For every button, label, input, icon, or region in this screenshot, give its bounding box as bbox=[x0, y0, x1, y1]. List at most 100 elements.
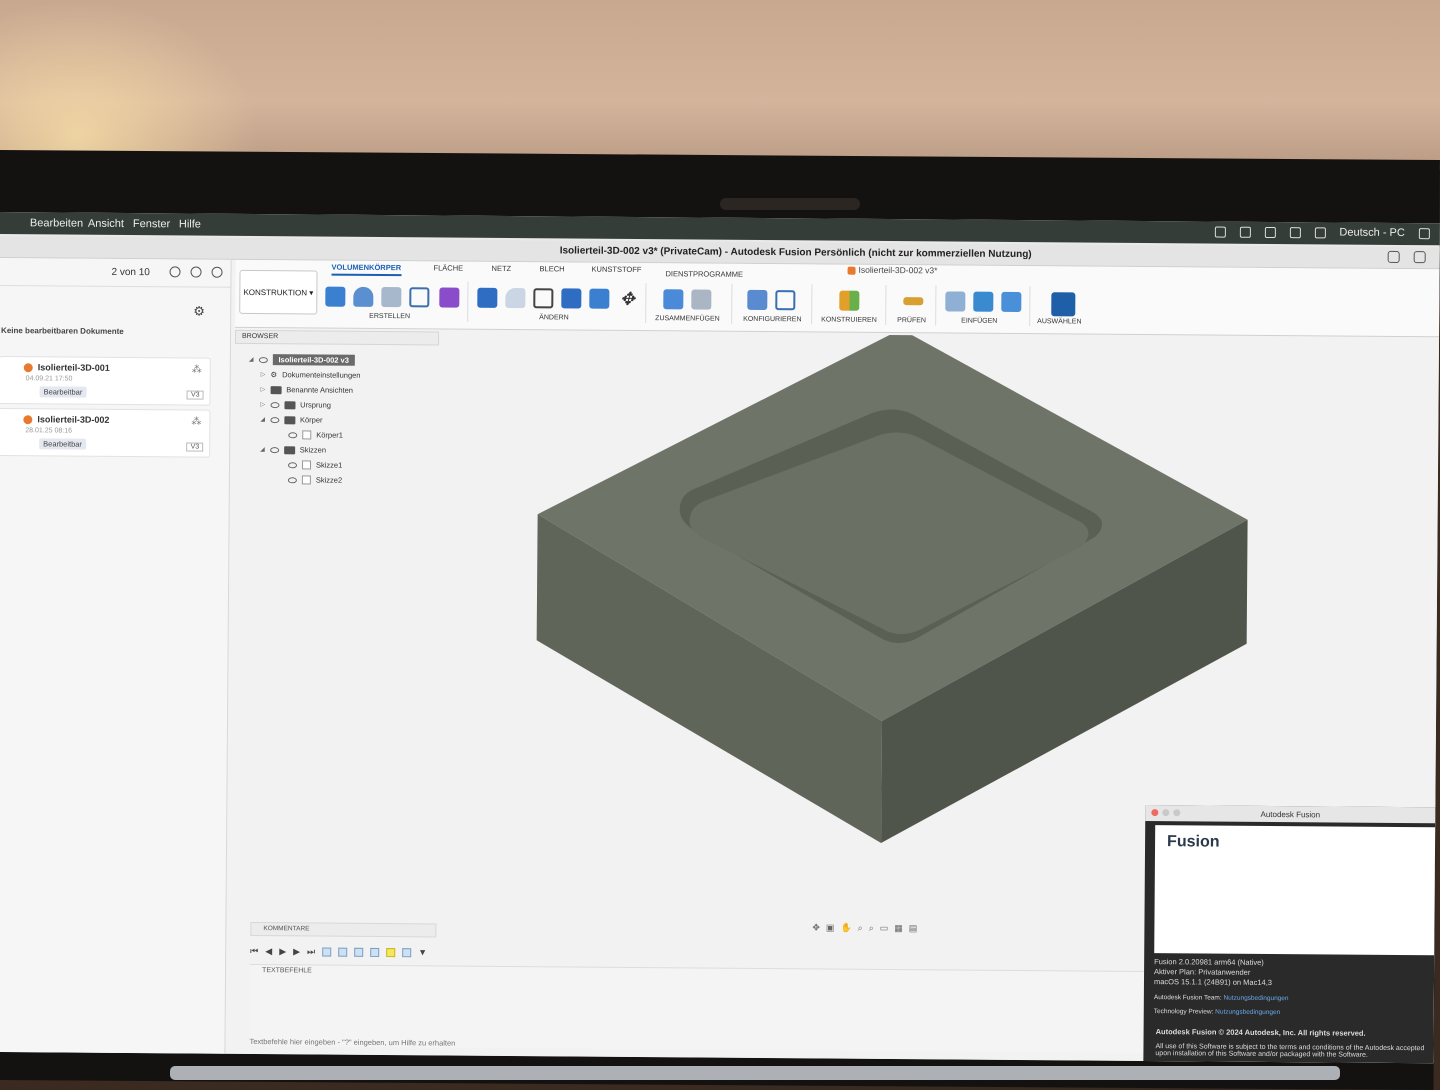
clock-icon[interactable] bbox=[1314, 226, 1326, 238]
tree-node[interactable]: ▷ Benannte Ansichten bbox=[261, 385, 353, 395]
menu-help[interactable]: Hilfe bbox=[179, 218, 201, 230]
timeline-feature[interactable] bbox=[338, 947, 348, 957]
collapse-icon[interactable]: ◢ bbox=[260, 416, 265, 423]
group-konstruieren[interactable]: KONSTRUIEREN bbox=[821, 316, 877, 323]
go-to-end-icon[interactable]: ⏭ bbox=[307, 946, 315, 957]
tab-volumenkoerper[interactable]: VOLUMENKÖRPER bbox=[331, 262, 402, 277]
tab-netz[interactable]: NETZ bbox=[492, 264, 512, 273]
minimize-icon[interactable] bbox=[1162, 809, 1170, 817]
fillet-icon[interactable] bbox=[505, 287, 526, 309]
display-settings-icon[interactable]: ▭ bbox=[880, 923, 889, 934]
collapse-icon[interactable]: ◢ bbox=[260, 446, 265, 453]
viewports-icon[interactable]: ▤ bbox=[909, 923, 918, 934]
group-einfuegen[interactable]: EINFÜGEN bbox=[961, 318, 997, 325]
pan-icon[interactable]: ✋ bbox=[840, 923, 851, 934]
tab-dienstprogramme[interactable]: DIENSTPROGRAMME bbox=[666, 269, 744, 279]
create-form-icon[interactable] bbox=[439, 287, 460, 308]
text-command-input[interactable] bbox=[249, 1034, 1150, 1055]
collapse-icon[interactable]: ◢ bbox=[249, 356, 254, 363]
tab-kunststoff[interactable]: KUNSTSTOFF bbox=[592, 265, 642, 274]
group-auswaehlen[interactable]: AUSWÄHLEN bbox=[1037, 318, 1081, 325]
measure-icon[interactable] bbox=[903, 297, 924, 306]
version-select[interactable]: V3 bbox=[186, 390, 204, 400]
input-source-label[interactable]: Deutsch - PC bbox=[1339, 227, 1405, 240]
step-back-icon[interactable]: ◀ bbox=[265, 946, 272, 957]
tree-root[interactable]: ◢ Isolierteil-3D-002 v3 bbox=[249, 354, 355, 366]
eye-icon[interactable] bbox=[258, 356, 268, 363]
expand-icon[interactable]: ▷ bbox=[261, 386, 266, 393]
tree-node[interactable]: Körper1 bbox=[288, 430, 343, 440]
preview-terms-link[interactable]: Nutzungsbedingungen bbox=[1215, 1009, 1280, 1017]
eye-icon[interactable] bbox=[269, 446, 279, 453]
fit-icon[interactable]: ⌕ bbox=[869, 923, 874, 934]
workspace-switcher[interactable]: KONSTRUKTION ▾ bbox=[239, 269, 318, 315]
eye-icon[interactable] bbox=[269, 416, 280, 423]
timeline-feature[interactable] bbox=[354, 947, 364, 957]
timeline-feature[interactable] bbox=[386, 947, 396, 957]
team-terms-link[interactable]: Nutzungsbedingungen bbox=[1223, 995, 1288, 1003]
close-icon[interactable] bbox=[1151, 809, 1159, 817]
cloud-icon[interactable] bbox=[1239, 226, 1251, 238]
press-pull-icon[interactable] bbox=[477, 287, 498, 308]
extrude-sketch-icon[interactable] bbox=[325, 286, 346, 307]
group-aendern[interactable]: ÄNDERN bbox=[539, 314, 569, 321]
move-icon[interactable]: ✥ bbox=[617, 289, 637, 309]
document-card[interactable]: Isolierteil-3D-001 04.09.21 17:50 Bearbe… bbox=[0, 355, 211, 406]
editable-badge[interactable]: Bearbeitbar bbox=[39, 386, 87, 398]
document-tab[interactable]: Isolierteil-3D-002 v3* bbox=[847, 265, 938, 275]
orbit-icon[interactable]: ✥ bbox=[812, 922, 820, 933]
tree-node[interactable]: ▷ ⚙ Dokumenteinstellungen bbox=[261, 370, 361, 380]
insert-mesh-icon[interactable] bbox=[973, 291, 994, 312]
menu-window[interactable]: Fenster bbox=[133, 218, 170, 230]
expand-icon[interactable]: ▷ bbox=[261, 371, 266, 378]
menu-edit[interactable]: Bearbeiten bbox=[30, 217, 83, 229]
close-tab-icon[interactable] bbox=[1387, 250, 1400, 263]
hole-icon[interactable] bbox=[381, 286, 402, 308]
as-built-joint-icon[interactable] bbox=[691, 289, 712, 310]
timeline-feature[interactable] bbox=[370, 947, 380, 957]
tab-flaeche[interactable]: FLÄCHE bbox=[434, 263, 464, 272]
volume-icon[interactable] bbox=[1289, 226, 1301, 238]
pattern-icon[interactable] bbox=[409, 287, 430, 308]
timeline-marker-icon[interactable]: ▼ bbox=[418, 947, 427, 957]
zoom-icon[interactable] bbox=[1173, 809, 1181, 817]
document-card[interactable]: Isolierteil-3D-002 28.01.25 08:16 Bearbe… bbox=[0, 407, 211, 458]
editable-badge[interactable]: Bearbeitbar bbox=[39, 438, 87, 450]
split-icon[interactable] bbox=[589, 288, 610, 309]
tree-node[interactable]: ◢ Skizzen bbox=[260, 445, 326, 454]
expand-icon[interactable]: ▷ bbox=[260, 401, 265, 408]
eye-icon[interactable] bbox=[270, 401, 280, 408]
tab-blech[interactable]: BLECH bbox=[540, 264, 565, 273]
shell-icon[interactable] bbox=[533, 288, 554, 309]
new-tab-icon[interactable] bbox=[1413, 251, 1426, 264]
group-konfigurieren[interactable]: KONFIGURIEREN bbox=[743, 316, 801, 323]
grid-settings-icon[interactable]: ▦ bbox=[894, 923, 903, 934]
browser-header[interactable]: BROWSER bbox=[234, 329, 440, 346]
comments-panel[interactable]: KOMMENTARE bbox=[250, 921, 437, 938]
shield-icon[interactable] bbox=[1214, 226, 1226, 238]
tree-node[interactable]: ▷ Ursprung bbox=[260, 400, 331, 409]
go-to-start-icon[interactable]: ⏮ bbox=[250, 945, 258, 956]
zoom-icon[interactable]: ⌕ bbox=[858, 923, 863, 934]
tree-node[interactable]: Skizze1 bbox=[288, 460, 342, 470]
version-select[interactable]: V3 bbox=[186, 442, 204, 452]
search-icon[interactable] bbox=[190, 266, 202, 278]
config-table-icon[interactable] bbox=[775, 290, 796, 311]
display-icon[interactable] bbox=[1418, 227, 1430, 239]
step-forward-icon[interactable]: ▶ bbox=[293, 946, 300, 957]
share-icon[interactable]: ⁂ bbox=[192, 365, 202, 376]
warning-icon[interactable] bbox=[1264, 226, 1276, 238]
offset-plane-icon[interactable] bbox=[839, 290, 860, 311]
timeline-feature[interactable] bbox=[322, 947, 332, 957]
eye-icon[interactable] bbox=[288, 431, 298, 438]
gear-icon[interactable]: ⚙ bbox=[193, 304, 205, 320]
play-icon[interactable]: ▶ bbox=[279, 946, 286, 957]
group-pruefen[interactable]: PRÜFEN bbox=[897, 317, 926, 324]
group-zusammenfuegen[interactable]: ZUSAMMENFÜGEN bbox=[655, 315, 720, 323]
tree-node[interactable]: Skizze2 bbox=[287, 475, 342, 485]
combine-icon[interactable] bbox=[561, 288, 582, 309]
timeline-feature[interactable] bbox=[402, 947, 412, 957]
refresh-icon[interactable] bbox=[169, 266, 181, 278]
tree-node[interactable]: ◢ Körper bbox=[260, 415, 322, 424]
eye-icon[interactable] bbox=[288, 461, 298, 468]
